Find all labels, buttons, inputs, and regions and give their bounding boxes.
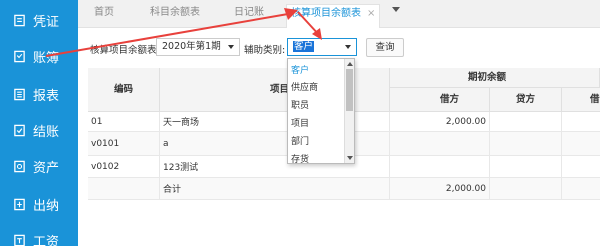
tab-account-balance[interactable]: 科目余额表 [150, 4, 200, 22]
dropdown-scrollbar[interactable] [344, 59, 354, 163]
cell-name: a [160, 132, 390, 156]
cashier-icon [12, 197, 26, 211]
salary-icon [12, 233, 26, 246]
close-icon[interactable]: × [367, 8, 375, 19]
scrollbar-thumb[interactable] [346, 69, 353, 111]
sidebar-item-label: 资产 [33, 160, 60, 176]
chevron-down-icon[interactable] [392, 7, 400, 12]
sidebar-item-label: 结账 [33, 124, 60, 140]
report-icon [12, 87, 26, 101]
cell-code [88, 178, 160, 200]
query-button[interactable]: 查询 [366, 38, 404, 57]
cell-debit-2 [562, 112, 600, 132]
cell-name: 天一商场 [160, 112, 390, 132]
dropdown-option-customer[interactable]: 客户 [291, 63, 309, 76]
sidebar-item-cashier[interactable]: 出纳 [0, 189, 78, 219]
dropdown-option-project[interactable]: 项目 [291, 116, 309, 129]
ledger-icon [12, 49, 26, 63]
chevron-down-icon [228, 45, 234, 49]
cell-code: v0102 [88, 156, 160, 178]
table-label: 核算项目余额表 [90, 45, 157, 56]
tab-home[interactable]: 首页 [94, 4, 114, 22]
cell-credit [490, 112, 562, 132]
tab-journal[interactable]: 日记账 [234, 4, 264, 22]
tab-label: 核算项目余额表 [291, 8, 361, 19]
tab-bar: 首页 科目余额表 日记账 核算项目余额表 × [78, 0, 600, 28]
sidebar-item-label: 账簿 [33, 50, 60, 66]
cell-debit-2 [562, 132, 600, 156]
sidebar-item-voucher[interactable]: 凭证 [0, 5, 78, 35]
cell-debit-2 [562, 156, 600, 178]
header-code: 编码 [88, 68, 160, 112]
scroll-up-icon[interactable] [347, 62, 353, 66]
aux-category-dropdown: 客户 供应商 职员 项目 部门 存货 [287, 58, 355, 164]
cell-debit [390, 132, 490, 156]
header-credit: 贷方 [490, 88, 562, 112]
dropdown-option-department[interactable]: 部门 [291, 134, 309, 147]
cell-debit: 2,000.00 [390, 112, 490, 132]
sidebar-item-label: 出纳 [33, 198, 60, 214]
sidebar-item-label: 凭证 [33, 14, 60, 30]
cell-total-label: 合计 [160, 178, 390, 200]
sidebar-item-ledger[interactable]: 账簿 [0, 41, 78, 71]
sidebar-item-label: 报表 [33, 88, 60, 104]
sidebar-item-report[interactable]: 报表 [0, 79, 78, 109]
aux-category-select[interactable]: 客户 [287, 38, 357, 56]
aux-category-value: 客户 [293, 41, 315, 52]
header-item: 项目 [160, 68, 390, 112]
cell-code: 01 [88, 112, 160, 132]
header-debit-2: 借方 [562, 88, 600, 112]
dropdown-option-staff[interactable]: 职员 [291, 98, 309, 111]
cell-debit: 2,000.00 [390, 178, 490, 200]
sidebar-item-salary[interactable]: 工资 [0, 225, 78, 246]
scroll-down-icon[interactable] [347, 156, 353, 160]
sidebar-item-label: 工资 [33, 234, 60, 246]
sidebar: 凭证 账簿 报表 结账 资产 出纳 工资 [0, 0, 78, 246]
asset-icon [12, 159, 26, 173]
cell-credit [490, 178, 562, 200]
aux-category-label: 辅助类别: [244, 45, 286, 56]
chevron-down-icon [345, 45, 351, 49]
dropdown-option-supplier[interactable]: 供应商 [291, 80, 318, 93]
period-value: 2020年第1期 [162, 41, 221, 52]
sidebar-item-checkout[interactable]: 结账 [0, 115, 78, 145]
checkout-icon [12, 123, 26, 137]
cell-debit-2 [562, 178, 600, 200]
cell-credit [490, 132, 562, 156]
header-debit: 借方 [390, 88, 490, 112]
dropdown-option-inventory[interactable]: 存货 [291, 152, 309, 163]
cell-code: v0101 [88, 132, 160, 156]
cell-credit [490, 156, 562, 178]
period-select[interactable]: 2020年第1期 [156, 38, 240, 56]
cell-debit [390, 156, 490, 178]
header-opening-balance: 期初余额 [390, 68, 600, 88]
cell-name: 123测试 [160, 156, 390, 178]
tab-aux-balance[interactable]: 核算项目余额表 × [286, 4, 381, 28]
sidebar-item-asset[interactable]: 资产 [0, 151, 78, 181]
voucher-icon [12, 13, 26, 27]
